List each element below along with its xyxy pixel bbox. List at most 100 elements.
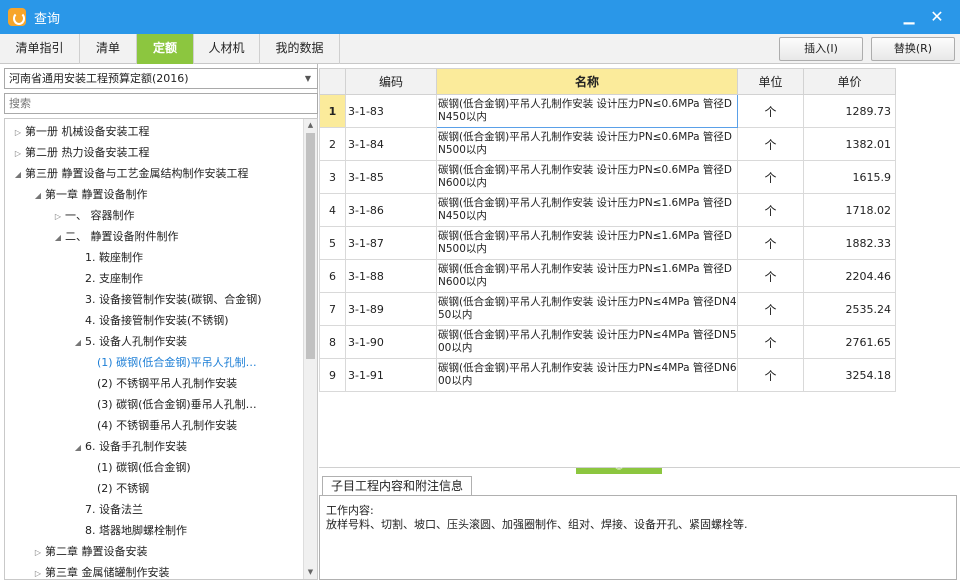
collapse-arrow-icon[interactable]: ◢	[31, 185, 45, 206]
scroll-down-icon[interactable]: ▼	[304, 566, 317, 579]
panel-splitter[interactable]: ︾	[319, 467, 960, 475]
insert-button[interactable]: 插入(I)	[779, 37, 863, 61]
collapse-arrow-icon[interactable]: ◢	[51, 227, 65, 248]
cell-price[interactable]: 1882.33	[803, 226, 896, 260]
scrollbar-thumb[interactable]	[306, 133, 315, 359]
tree-item[interactable]: ◢ 第一章 静置设备制作	[31, 184, 148, 205]
tree-item[interactable]: ◢ 5. 设备人孔制作安装	[71, 331, 187, 352]
expand-arrow-icon[interactable]: ▷	[11, 143, 25, 164]
table-row[interactable]: 4 3-1-86 碳钢(低合金钢)平吊人孔制作安装 设计压力PN≤1.6MPa …	[319, 193, 896, 227]
tree-item[interactable]: (2) 不锈钢平吊人孔制作安装	[97, 373, 237, 394]
tree-item[interactable]: ▷ 第一册 机械设备安装工程	[11, 121, 150, 142]
close-button[interactable]: ✕	[928, 8, 946, 26]
cell-name[interactable]: 碳钢(低合金钢)平吊人孔制作安装 设计压力PN≤4MPa 管径DN600以内	[436, 358, 738, 392]
column-header-name[interactable]: 名称	[436, 68, 738, 95]
cell-code[interactable]: 3-1-90	[345, 325, 437, 359]
cell-unit[interactable]: 个	[737, 226, 804, 260]
collapse-arrow-icon[interactable]: ◢	[71, 332, 85, 353]
tree-item[interactable]: 7. 设备法兰	[71, 499, 143, 520]
cell-name[interactable]: 碳钢(低合金钢)平吊人孔制作安装 设计压力PN≤4MPa 管径DN500以内	[436, 325, 738, 359]
column-header-code[interactable]: 编码	[345, 68, 437, 95]
scroll-up-icon[interactable]: ▲	[304, 119, 317, 132]
cell-name[interactable]: 碳钢(低合金钢)平吊人孔制作安装 设计压力PN≤0.6MPa 管径DN600以内	[436, 160, 738, 194]
table-row[interactable]: 8 3-1-90 碳钢(低合金钢)平吊人孔制作安装 设计压力PN≤4MPa 管径…	[319, 325, 896, 359]
minimize-button[interactable]: ▁	[900, 8, 918, 26]
cell-unit[interactable]: 个	[737, 292, 804, 326]
tree-item[interactable]: ▷ 第二章 静置设备安装	[31, 541, 148, 562]
tree-item[interactable]: ◢ 第三册 静置设备与工艺金属结构制作安装工程	[11, 163, 249, 184]
dropdown-arrow-icon[interactable]: ▼	[305, 69, 311, 88]
cell-name[interactable]: 碳钢(低合金钢)平吊人孔制作安装 设计压力PN≤1.6MPa 管径DN500以内	[436, 226, 738, 260]
tree-item[interactable]: ◢ 6. 设备手孔制作安装	[71, 436, 187, 457]
cell-price[interactable]: 1718.02	[803, 193, 896, 227]
cell-name[interactable]: 碳钢(低合金钢)平吊人孔制作安装 设计压力PN≤1.6MPa 管径DN450以内	[436, 193, 738, 227]
cell-code[interactable]: 3-1-85	[345, 160, 437, 194]
tab-labor-material-machine[interactable]: 人材机	[194, 34, 260, 64]
tree-item[interactable]: (3) 碳钢(低合金钢)垂吊人孔制…	[97, 394, 257, 415]
tab-bill[interactable]: 清单	[80, 34, 137, 64]
cell-unit[interactable]: 个	[737, 193, 804, 227]
tab-quota[interactable]: 定额	[137, 34, 194, 64]
column-header-unit[interactable]: 单位	[737, 68, 804, 95]
table-row[interactable]: 3 3-1-85 碳钢(低合金钢)平吊人孔制作安装 设计压力PN≤0.6MPa …	[319, 160, 896, 194]
cell-price[interactable]: 2204.46	[803, 259, 896, 293]
splitter-grip-icon[interactable]: ︾	[576, 468, 662, 475]
tab-work-content-info[interactable]: 子目工程内容和附注信息	[322, 476, 473, 496]
table-row[interactable]: 1 3-1-83 碳钢(低合金钢)平吊人孔制作安装 设计压力PN≤0.6MPa …	[319, 94, 896, 128]
expand-arrow-icon[interactable]: ▷	[51, 206, 65, 227]
tree-scrollbar[interactable]: ▲ ▼	[303, 119, 317, 579]
cell-code[interactable]: 3-1-86	[345, 193, 437, 227]
tree-item[interactable]: (1) 碳钢(低合金钢)	[97, 457, 191, 478]
cell-price[interactable]: 1615.9	[803, 160, 896, 194]
tree-item[interactable]: 1. 鞍座制作	[71, 247, 143, 268]
cell-price[interactable]: 3254.18	[803, 358, 896, 392]
cell-unit[interactable]: 个	[737, 94, 804, 128]
cell-price[interactable]: 2535.24	[803, 292, 896, 326]
cell-unit[interactable]: 个	[737, 127, 804, 161]
table-row[interactable]: 7 3-1-89 碳钢(低合金钢)平吊人孔制作安装 设计压力PN≤4MPa 管径…	[319, 292, 896, 326]
cell-price[interactable]: 1289.73	[803, 94, 896, 128]
collapse-arrow-icon[interactable]: ◢	[11, 164, 25, 185]
tree-item[interactable]: ▷ 第三章 金属储罐制作安装	[31, 562, 170, 579]
tree-item[interactable]: 4. 设备接管制作安装(不锈钢)	[71, 310, 229, 331]
cell-code[interactable]: 3-1-84	[345, 127, 437, 161]
tree-item[interactable]: 3. 设备接管制作安装(碳钢、合金钢)	[71, 289, 262, 310]
tree-item[interactable]: 2. 支座制作	[71, 268, 143, 289]
tree-item[interactable]: (4) 不锈钢垂吊人孔制作安装	[97, 415, 237, 436]
tree-item[interactable]: 8. 塔器地脚螺栓制作	[71, 520, 187, 541]
table-row[interactable]: 2 3-1-84 碳钢(低合金钢)平吊人孔制作安装 设计压力PN≤0.6MPa …	[319, 127, 896, 161]
tree-item[interactable]: (2) 不锈钢	[97, 478, 149, 499]
cell-name[interactable]: 碳钢(低合金钢)平吊人孔制作安装 设计压力PN≤4MPa 管径DN450以内	[436, 292, 738, 326]
cell-unit[interactable]: 个	[737, 160, 804, 194]
cell-name[interactable]: 碳钢(低合金钢)平吊人孔制作安装 设计压力PN≤1.6MPa 管径DN600以内	[436, 259, 738, 293]
cell-unit[interactable]: 个	[737, 325, 804, 359]
search-input[interactable]	[4, 93, 318, 114]
table-row[interactable]: 6 3-1-88 碳钢(低合金钢)平吊人孔制作安装 设计压力PN≤1.6MPa …	[319, 259, 896, 293]
cell-name[interactable]: 碳钢(低合金钢)平吊人孔制作安装 设计压力PN≤0.6MPa 管径DN450以内	[436, 94, 738, 128]
tree-item-selected[interactable]: (1) 碳钢(低合金钢)平吊人孔制…	[97, 352, 257, 373]
expand-arrow-icon[interactable]: ▷	[31, 542, 45, 563]
cell-name[interactable]: 碳钢(低合金钢)平吊人孔制作安装 设计压力PN≤0.6MPa 管径DN500以内	[436, 127, 738, 161]
cell-code[interactable]: 3-1-83	[345, 94, 437, 128]
tab-my-data[interactable]: 我的数据	[260, 34, 340, 64]
tree-item[interactable]: ▷ 一、 容器制作	[51, 205, 135, 226]
table-row[interactable]: 9 3-1-91 碳钢(低合金钢)平吊人孔制作安装 设计压力PN≤4MPa 管径…	[319, 358, 896, 392]
cell-unit[interactable]: 个	[737, 358, 804, 392]
tree-item[interactable]: ◢ 二、 静置设备附件制作	[51, 226, 179, 247]
tree-item[interactable]: ▷ 第二册 热力设备安装工程	[11, 142, 150, 163]
cell-price[interactable]: 2761.65	[803, 325, 896, 359]
cell-unit[interactable]: 个	[737, 259, 804, 293]
expand-arrow-icon[interactable]: ▷	[11, 122, 25, 143]
column-header-price[interactable]: 单价	[803, 68, 896, 95]
cell-price[interactable]: 1382.01	[803, 127, 896, 161]
table-row[interactable]: 5 3-1-87 碳钢(低合金钢)平吊人孔制作安装 设计压力PN≤1.6MPa …	[319, 226, 896, 260]
expand-arrow-icon[interactable]: ▷	[31, 563, 45, 579]
cell-code[interactable]: 3-1-87	[345, 226, 437, 260]
replace-button[interactable]: 替换(R)	[871, 37, 955, 61]
collapse-arrow-icon[interactable]: ◢	[71, 437, 85, 458]
quota-library-select[interactable]: 河南省通用安装工程预算定额(2016) ▼	[4, 68, 318, 89]
cell-code[interactable]: 3-1-88	[345, 259, 437, 293]
tab-bill-guide[interactable]: 清单指引	[0, 34, 80, 64]
cell-code[interactable]: 3-1-91	[345, 358, 437, 392]
cell-code[interactable]: 3-1-89	[345, 292, 437, 326]
